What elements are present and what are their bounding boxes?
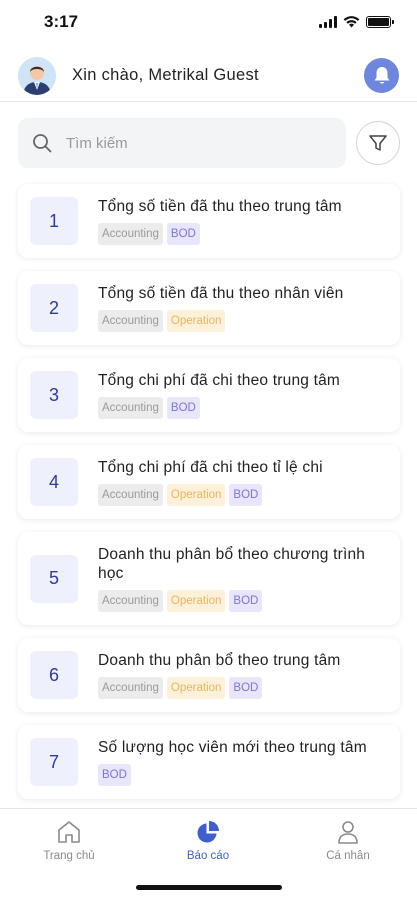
report-card[interactable]: 6 Doanh thu phân bổ theo trung tâm Account… bbox=[18, 638, 400, 712]
report-tags: Accounting Operation bbox=[98, 310, 388, 332]
report-list: 1 Tổng số tiền đã thu theo trung tâm Accou… bbox=[18, 184, 400, 812]
nav-home-label: Trang chủ bbox=[43, 850, 95, 862]
report-number: 3 bbox=[30, 371, 78, 419]
report-number: 7 bbox=[30, 738, 78, 786]
tag-accounting: Accounting bbox=[98, 223, 163, 245]
nav-reports[interactable]: Báo cáo bbox=[148, 819, 268, 862]
tag-bod: BOD bbox=[229, 677, 263, 699]
status-icons bbox=[319, 16, 394, 28]
report-tags: Accounting Operation BOD bbox=[98, 677, 388, 699]
tag-bod: BOD bbox=[98, 764, 131, 786]
tag-bod: BOD bbox=[229, 484, 263, 506]
tag-operation: Operation bbox=[166, 677, 226, 699]
report-title: Doanh thu phân bổ theo chương trình học bbox=[98, 546, 366, 582]
tag-operation: Operation bbox=[166, 590, 226, 612]
home-indicator bbox=[136, 885, 282, 890]
report-card[interactable]: 3 Tổng chi phí đã chi theo trung tâm Accou… bbox=[18, 358, 400, 432]
report-title: Số lượng học viên mới theo trung tâm bbox=[98, 739, 367, 756]
pie-chart-icon bbox=[197, 821, 219, 843]
report-body: Doanh thu phân bổ theo chương trình học A… bbox=[98, 545, 388, 612]
tag-accounting: Accounting bbox=[98, 677, 163, 699]
wifi-icon bbox=[343, 16, 360, 28]
report-number: 1 bbox=[30, 197, 78, 245]
report-card[interactable]: 1 Tổng số tiền đã thu theo trung tâm Accou… bbox=[18, 184, 400, 258]
report-card[interactable]: 2 Tổng số tiền đã thu theo nhân viên Accou… bbox=[18, 271, 400, 345]
report-number: 4 bbox=[30, 458, 78, 506]
report-number: 2 bbox=[30, 284, 78, 332]
report-body: Tổng số tiền đã thu theo nhân viên Accoun… bbox=[98, 284, 388, 332]
report-title: Doanh thu phân bổ theo trung tâm bbox=[98, 652, 341, 669]
nav-profile-label: Cá nhân bbox=[326, 850, 370, 862]
signal-icon bbox=[319, 16, 337, 28]
report-tags: Accounting BOD bbox=[98, 223, 388, 245]
search-row bbox=[18, 118, 400, 168]
tag-accounting: Accounting bbox=[98, 397, 163, 419]
report-title: Tổng số tiền đã thu theo nhân viên bbox=[98, 285, 344, 302]
search-box[interactable] bbox=[18, 118, 346, 168]
report-card[interactable]: 4 Tổng chi phí đã chi theo tỉ lệ chi Accou… bbox=[18, 445, 400, 519]
report-number: 6 bbox=[30, 651, 78, 699]
nav-profile[interactable]: Cá nhân bbox=[288, 819, 408, 862]
filter-icon bbox=[369, 135, 387, 151]
user-icon bbox=[338, 821, 358, 844]
report-body: Tổng chi phí đã chi theo trung tâm Accoun… bbox=[98, 371, 388, 419]
tag-operation: Operation bbox=[166, 484, 226, 506]
report-tags: Accounting Operation BOD bbox=[98, 590, 388, 612]
filter-button[interactable] bbox=[356, 121, 400, 165]
report-body: Doanh thu phân bổ theo trung tâm Accounti… bbox=[98, 651, 388, 699]
battery-icon bbox=[366, 16, 394, 28]
bell-icon bbox=[374, 66, 389, 84]
tag-bod: BOD bbox=[166, 397, 200, 419]
status-bar: 3:17 bbox=[0, 0, 417, 44]
avatar[interactable] bbox=[18, 56, 56, 95]
report-tags: Accounting BOD bbox=[98, 397, 388, 419]
report-body: Tổng số tiền đã thu theo trung tâm Accoun… bbox=[98, 197, 388, 245]
status-time: 3:17 bbox=[44, 12, 79, 31]
nav-reports-label: Báo cáo bbox=[186, 850, 230, 862]
search-input[interactable] bbox=[66, 134, 306, 152]
report-tags: BOD bbox=[98, 764, 388, 786]
report-tags: Accounting Operation BOD bbox=[98, 484, 388, 506]
tag-bod: BOD bbox=[166, 223, 200, 245]
report-body: Số lượng học viên mới theo trung tâm BOD bbox=[98, 738, 388, 786]
tag-accounting: Accounting bbox=[98, 484, 163, 506]
report-title: Tổng chi phí đã chi theo trung tâm bbox=[98, 372, 341, 389]
tag-accounting: Accounting bbox=[98, 590, 163, 612]
report-number: 5 bbox=[30, 554, 78, 603]
notification-button[interactable] bbox=[364, 58, 399, 93]
app-header: Xin chào, Metrikal Guest bbox=[0, 50, 417, 102]
report-title: Tổng số tiền đã thu theo trung tâm bbox=[98, 198, 342, 215]
tag-bod: BOD bbox=[229, 590, 263, 612]
report-title: Tổng chi phí đã chi theo tỉ lệ chi bbox=[98, 459, 323, 476]
search-icon bbox=[33, 134, 52, 153]
report-card[interactable]: 5 Doanh thu phân bổ theo chương trình học… bbox=[18, 532, 400, 625]
report-card[interactable]: 7 Số lượng học viên mới theo trung tâm BOD bbox=[18, 725, 400, 799]
tag-accounting: Accounting bbox=[98, 310, 163, 332]
home-icon bbox=[58, 821, 80, 843]
nav-home[interactable]: Trang chủ bbox=[9, 819, 129, 862]
tag-operation: Operation bbox=[166, 310, 226, 332]
greeting-text: Xin chào, Metrikal Guest bbox=[72, 66, 259, 84]
report-body: Tổng chi phí đã chi theo tỉ lệ chi Accoun… bbox=[98, 458, 388, 506]
